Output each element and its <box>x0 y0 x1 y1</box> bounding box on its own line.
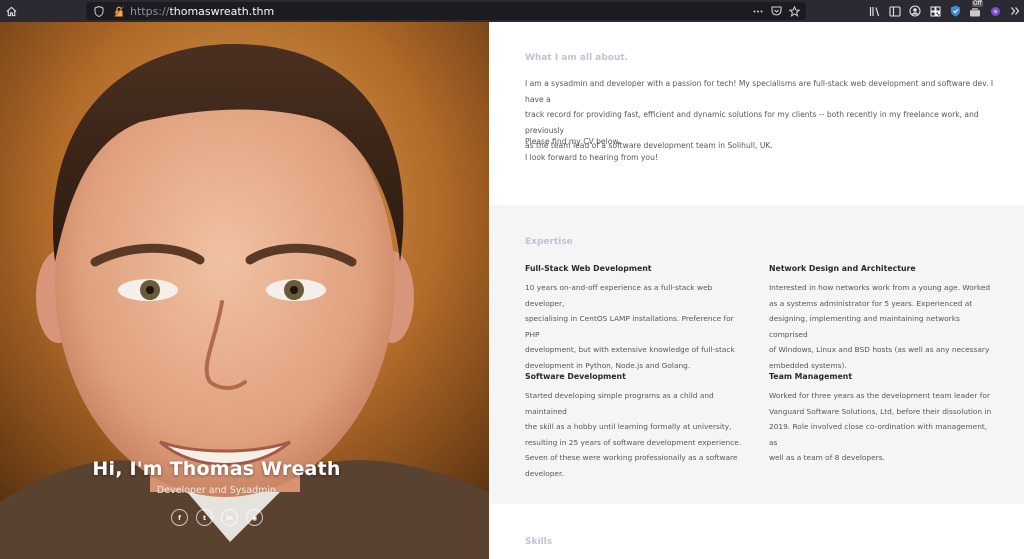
url-text: https://thomaswreath.thm <box>130 5 274 18</box>
main-content: What I am all about. I am a sysadmin and… <box>489 22 1024 559</box>
expertise-line: development, but with extensive knowledg… <box>525 345 735 354</box>
about-section: What I am all about. I am a sysadmin and… <box>489 22 1024 205</box>
pocket-icon[interactable] <box>770 5 782 17</box>
extension-icon[interactable] <box>948 4 962 18</box>
overflow-icon[interactable] <box>1008 4 1022 18</box>
expertise-line: Seven of these were working professional… <box>525 453 738 462</box>
expertise-section: Expertise Full-Stack Web Development 10 … <box>489 205 1024 504</box>
skills-title: Skills <box>525 537 553 547</box>
expertise-line: 10 years on-and-off experience as a full… <box>525 283 713 308</box>
hero-heading-block: Hi, I'm Thomas Wreath Developer and Sysa… <box>0 458 433 496</box>
qr-icon[interactable] <box>928 4 942 18</box>
twitter-icon[interactable]: t <box>196 509 213 526</box>
expertise-line: Vanguard Software Solutions, Ltd, before… <box>769 406 992 416</box>
browser-toolbar: https://thomaswreath.thm Off <box>0 0 1024 22</box>
expertise-line: as a systems administrator for 5 years. … <box>769 298 973 308</box>
shield-icon[interactable] <box>92 4 106 18</box>
bookmark-star-icon[interactable] <box>788 5 800 17</box>
expertise-heading: Full-Stack Web Development <box>525 264 652 273</box>
about-title: What I am all about. <box>525 53 629 63</box>
github-icon[interactable]: ◉ <box>246 509 263 526</box>
skills-section: Skills <box>489 504 1024 559</box>
about-line: I am a sysadmin and developer with a pas… <box>525 79 994 104</box>
hero-section: Hi, I'm Thomas Wreath Developer and Sysa… <box>0 22 489 559</box>
hero-role: Developer and Sysadmin <box>156 485 277 496</box>
expertise-line: resulting in 25 years of software develo… <box>525 437 742 447</box>
addon-off-badge: Off <box>972 0 983 7</box>
more-icon[interactable] <box>752 5 764 17</box>
url-host: thomaswreath.thm <box>169 4 275 18</box>
expertise-line: the skill as a hobby until learning form… <box>525 422 732 431</box>
expertise-line: Worked for three years as the developmen… <box>769 391 990 400</box>
sidebar-icon[interactable] <box>888 4 902 18</box>
url-scheme: https:// <box>130 4 170 18</box>
account-icon[interactable] <box>908 4 922 18</box>
linkedin-icon[interactable]: in <box>221 509 238 526</box>
expertise-text: Worked for three years as the developmen… <box>769 388 994 466</box>
expertise-item-web: Full-Stack Web Development 10 years on-a… <box>525 264 750 373</box>
addon-icon[interactable]: Off <box>968 0 983 18</box>
social-links: f t in ◉ <box>171 509 263 526</box>
expertise-line: development in Python, Node.js and Golan… <box>525 360 691 370</box>
expertise-line: specialising in CentOS LAMP installation… <box>525 314 734 339</box>
library-icon[interactable] <box>868 4 882 18</box>
hero-name: Hi, I'm Thomas Wreath <box>92 458 341 480</box>
expertise-title: Expertise <box>525 237 573 247</box>
expertise-text: 10 years on-and-off experience as a full… <box>525 280 750 373</box>
expertise-item-software: Software Development Started developing … <box>525 372 750 481</box>
facebook-icon[interactable]: f <box>171 509 188 526</box>
expertise-line: of Windows, Linux and BSD hosts (as well… <box>769 345 990 354</box>
expertise-text: Started developing simple programs as a … <box>525 388 750 481</box>
expertise-item-network: Network Design and Architecture Interest… <box>769 264 994 373</box>
home-icon[interactable] <box>0 0 22 22</box>
lock-icon[interactable] <box>112 4 126 18</box>
expertise-heading: Software Development <box>525 372 626 381</box>
expertise-heading: Network Design and Architecture <box>769 264 916 273</box>
expertise-line: embedded systems). <box>769 360 847 370</box>
expertise-line: well as a team of 8 developers. <box>769 453 885 462</box>
extension-purple-icon[interactable] <box>988 4 1002 18</box>
expertise-item-team: Team Management Worked for three years a… <box>769 372 994 466</box>
expertise-line: Interested in how networks work from a y… <box>769 283 991 292</box>
cv-line: Please find my CV below. <box>525 137 621 146</box>
expertise-heading: Team Management <box>769 372 853 381</box>
expertise-line: designing, implementing and maintaining … <box>769 314 960 339</box>
expertise-line: developer. <box>525 468 564 478</box>
about-closing: Please find my CV below. I look forward … <box>525 134 995 165</box>
expertise-text: Interested in how networks work from a y… <box>769 280 994 373</box>
expertise-line: 2019. Role involved close co-ordination … <box>769 422 988 447</box>
url-bar[interactable]: https://thomaswreath.thm <box>86 2 806 20</box>
closing-line: I look forward to hearing from you! <box>525 152 658 162</box>
expertise-line: Started developing simple programs as a … <box>525 391 714 416</box>
